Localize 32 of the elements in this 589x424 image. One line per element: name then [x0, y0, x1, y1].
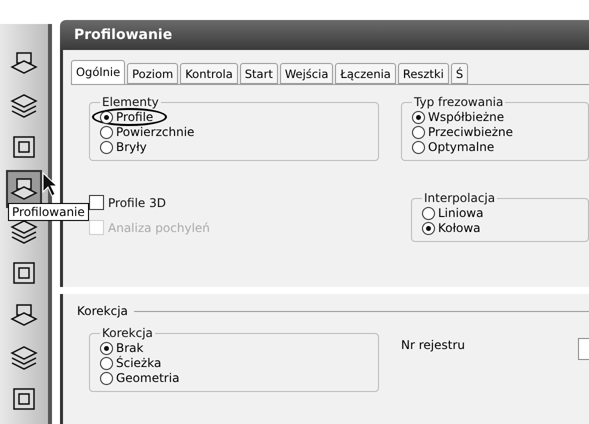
- group-title: Interpolacja: [423, 191, 496, 205]
- window-title: Profilowanie: [60, 20, 589, 50]
- radio-option[interactable]: Przeciwbieżne: [404, 123, 528, 141]
- tab[interactable]: Łączenia: [335, 63, 396, 84]
- cursor-arrow-icon: [42, 172, 58, 198]
- radio-option[interactable]: Powierzchnie: [92, 123, 208, 141]
- field-label: Nr rejestru: [401, 338, 465, 354]
- radio-option[interactable]: Liniowa: [414, 204, 498, 222]
- radio-option[interactable]: Optymalne: [404, 138, 508, 156]
- tab[interactable]: Kontrola: [180, 63, 238, 84]
- checkbox[interactable]: [89, 195, 104, 210]
- section-title: Korekcja: [77, 304, 128, 318]
- tab[interactable]: Poziom: [127, 63, 178, 84]
- tooltip: Profilowanie: [8, 203, 89, 221]
- radio-option[interactable]: Współbieżne: [404, 108, 518, 126]
- tab[interactable]: Ogólnie: [71, 60, 126, 84]
- checkbox-label: Profile 3D: [108, 196, 166, 210]
- group-title: Typ frezowania: [413, 95, 504, 109]
- radio-option[interactable]: Bryły: [92, 138, 161, 156]
- radio-option[interactable]: Kołowa: [414, 219, 495, 237]
- radio-option[interactable]: Ścieżka: [92, 354, 176, 372]
- input-field[interactable]: [578, 338, 589, 360]
- tab[interactable]: Ś: [450, 63, 468, 84]
- group-title: Elementy: [101, 95, 160, 109]
- checkbox-label: Analiza pochyleń: [108, 220, 210, 234]
- radio-option[interactable]: Profile: [92, 108, 168, 126]
- group-title: Korekcja: [101, 326, 154, 340]
- radio-option[interactable]: Geometria: [92, 369, 194, 387]
- tab[interactable]: Start: [240, 63, 278, 84]
- tab[interactable]: Resztki: [398, 63, 449, 84]
- radio-option[interactable]: Brak: [92, 339, 158, 357]
- tab[interactable]: Wejścia: [280, 63, 334, 84]
